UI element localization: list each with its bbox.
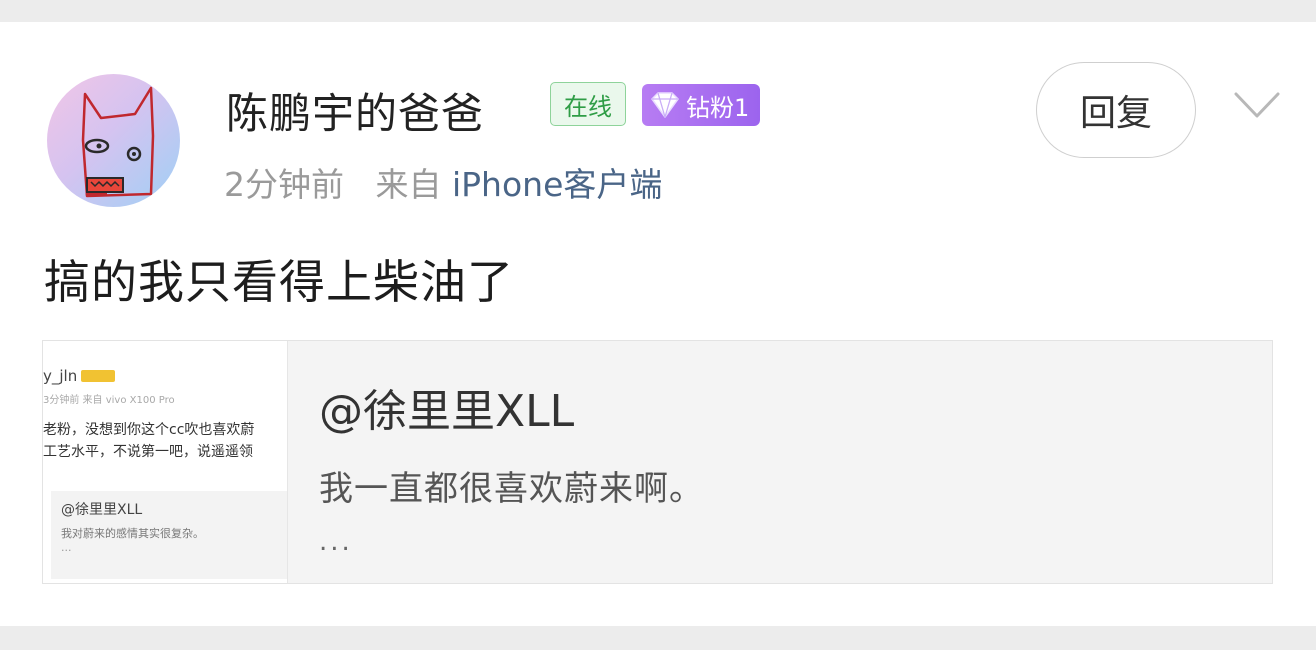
diamond-icon [651,92,679,118]
online-status-badge: 在线 [550,82,626,126]
chevron-down-icon[interactable] [1232,86,1282,126]
thumbnail-username: y_jln [43,367,78,385]
post-time: 2分钟前 [224,165,344,204]
comment-text: 搞的我只看得上柴油了 [44,255,514,309]
fan-level-badge: 钻粉1 [642,84,760,126]
quoted-more-ellipsis: ... [319,527,353,557]
quoted-post[interactable]: y_jln 3分钟前 来自 vivo X100 Pro 老粉，没想到你这个cc吹… [42,340,1273,584]
username[interactable]: 陈鹏宇的爸爸 [226,80,484,141]
source-link[interactable]: iPhone客户端 [452,165,662,204]
avatar[interactable] [47,74,180,207]
avatar-drawing-icon [81,86,155,198]
quoted-username[interactable]: @徐里里XLL [319,375,574,439]
fan-level-label: 钻粉1 [686,93,750,122]
reply-button[interactable]: 回复 [1036,62,1196,158]
quoted-text: 我一直都很喜欢蔚来啊。 [319,469,704,509]
thumbnail-badge [81,370,115,382]
thumbnail-text-line-1: 老粉，没想到你这个cc吹也喜欢蔚 [43,422,255,438]
thumbnail-quote-more: ... [61,541,72,554]
post-meta: 2分钟前 来自 iPhone客户端 [224,158,662,206]
thumbnail-quote-user: @徐里里XLL [61,502,143,518]
quoted-post-thumbnail[interactable]: y_jln 3分钟前 来自 vivo X100 Pro 老粉，没想到你这个cc吹… [43,341,288,583]
source-prefix: 来自 [375,165,442,204]
thumbnail-quote-text: 我对蔚来的感情其实很复杂。 [61,527,204,540]
thumbnail-meta: 3分钟前 来自 vivo X100 Pro [43,395,175,406]
thumbnail-text-line-2: 工艺水平，不说第一吧，说遥遥领 [43,444,253,460]
